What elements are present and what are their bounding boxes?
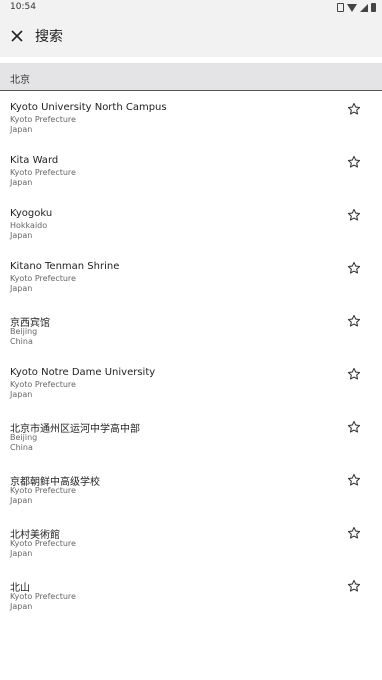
status-time: 10:54 [10, 2, 36, 12]
star-icon [347, 314, 361, 327]
place-region: Kyoto Prefecture [10, 380, 76, 389]
place-name: Kitano Tenman Shrine [10, 261, 120, 272]
place-country: Japan [10, 125, 33, 134]
favorite-button[interactable] [345, 524, 363, 542]
star-icon [347, 155, 361, 168]
favorite-button[interactable] [345, 418, 363, 436]
app-bar: 搜索 [0, 15, 382, 57]
place-region: Kyoto Prefecture [10, 486, 76, 495]
place-region: Hokkaido [10, 221, 48, 230]
place-country: Japan [10, 284, 33, 293]
place-country: China [10, 443, 33, 452]
place-country: Japan [10, 390, 33, 399]
favorite-button[interactable] [345, 471, 363, 489]
favorite-button[interactable] [345, 153, 363, 171]
place-country: Japan [10, 496, 33, 505]
status-bar: 10:54 [0, 0, 382, 15]
section-title: 北京 [10, 75, 30, 86]
place-region: Kyoto Prefecture [10, 592, 76, 601]
place-country: Japan [10, 602, 33, 611]
favorite-button[interactable] [345, 206, 363, 224]
list-item[interactable]: 北村美術館 Kyoto Prefecture Japan [0, 516, 382, 569]
star-icon [347, 208, 361, 221]
close-icon [11, 30, 23, 42]
place-name: Kyoto Notre Dame University [10, 367, 156, 378]
place-region: Beijing [10, 433, 38, 442]
place-name: Kyogoku [10, 208, 53, 219]
favorite-button[interactable] [345, 100, 363, 118]
list-item[interactable]: Kyoto Notre Dame University Kyoto Prefect… [0, 357, 382, 410]
list-item[interactable]: Kitano Tenman Shrine Kyoto Prefecture Japa… [0, 251, 382, 304]
star-icon [347, 579, 361, 592]
star-icon [347, 473, 361, 486]
section-header: 北京 [0, 63, 382, 91]
star-icon [347, 367, 361, 380]
list-item[interactable]: Kyogoku Hokkaido Japan [0, 198, 382, 251]
favorite-button[interactable] [345, 577, 363, 595]
place-region: Kyoto Prefecture [10, 168, 76, 177]
place-region: Kyoto Prefecture [10, 115, 76, 124]
place-country: Japan [10, 549, 33, 558]
place-country: Japan [10, 231, 33, 240]
result-list: Kyoto University North Campus Kyoto Prefe… [0, 92, 382, 622]
star-icon [347, 261, 361, 274]
place-region: Beijing [10, 327, 38, 336]
list-item[interactable]: 京都朝鲜中高级学校 Kyoto Prefecture Japan [0, 463, 382, 516]
list-item[interactable]: 北山 Kyoto Prefecture Japan [0, 569, 382, 622]
favorite-button[interactable] [345, 259, 363, 277]
wifi-icon [347, 3, 357, 12]
place-name: Kyoto University North Campus [10, 102, 167, 113]
star-icon [347, 102, 361, 115]
favorite-button[interactable] [345, 312, 363, 330]
vibrate-icon [337, 3, 344, 12]
place-country: China [10, 337, 33, 346]
place-name: Kita Ward [10, 155, 59, 166]
place-region: Kyoto Prefecture [10, 539, 76, 548]
favorite-button[interactable] [345, 365, 363, 383]
list-item[interactable]: 北京市通州区运河中学高中部 Beijing China [0, 410, 382, 463]
battery-icon [371, 3, 376, 12]
place-country: Japan [10, 178, 33, 187]
star-icon [347, 420, 361, 433]
page-title: 搜索 [35, 29, 63, 45]
star-icon [347, 526, 361, 539]
place-region: Kyoto Prefecture [10, 274, 76, 283]
list-item[interactable]: Kita Ward Kyoto Prefecture Japan [0, 145, 382, 198]
status-icons [337, 0, 376, 15]
list-item[interactable]: Kyoto University North Campus Kyoto Prefe… [0, 92, 382, 145]
list-item[interactable]: 京西宾馆 Beijing China [0, 304, 382, 357]
close-button[interactable] [6, 25, 28, 47]
signal-icon [360, 3, 368, 12]
